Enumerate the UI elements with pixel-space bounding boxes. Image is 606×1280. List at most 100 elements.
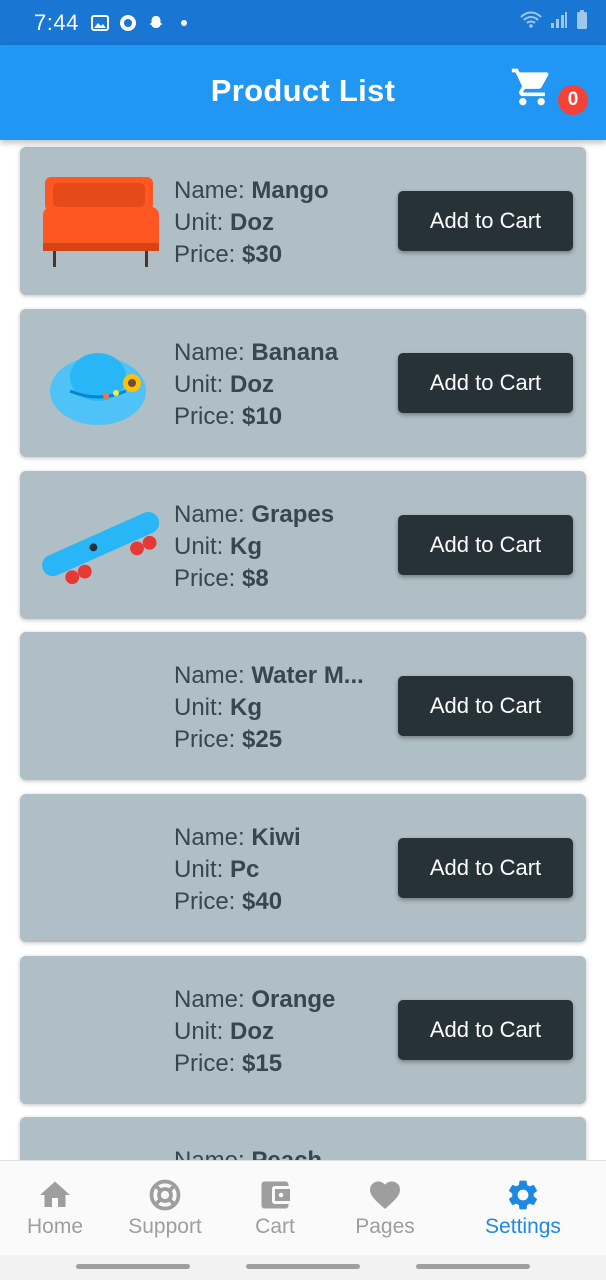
product-price-line: Price: $8 (174, 565, 269, 592)
system-recents-handle[interactable] (416, 1264, 530, 1269)
product-name: Mango (251, 177, 329, 204)
blue-hat-image (50, 353, 146, 425)
product-name: Banana (251, 339, 339, 366)
product-info: Name: Kiwi Unit: Pc Price: $40 (174, 822, 384, 918)
product-price-line: Price: $15 (174, 1050, 283, 1077)
product-name: Orange (251, 986, 336, 1013)
product-name-line: Name: Peach (174, 1145, 384, 1160)
support-icon (149, 1179, 181, 1211)
product-unit-line: Unit: Kg (174, 533, 263, 560)
orange-sofa-image (43, 177, 159, 267)
dot-icon (175, 14, 193, 32)
product-price: $8 (242, 565, 269, 592)
product-price-line: Price: $25 (174, 726, 283, 753)
product-info: Name: Orange Unit: Doz Price: $15 (174, 984, 384, 1080)
nav-item-support[interactable]: Support (110, 1177, 220, 1239)
product-image (34, 974, 168, 1086)
product-unit-line: Unit: Kg (174, 694, 263, 721)
product-name-line: Name: Banana (174, 339, 339, 366)
product-name-line: Name: Kiwi (174, 824, 301, 851)
product-info: Name: Peach (174, 1145, 384, 1160)
product-info: Name: Water M... Unit: Kg Price: $25 (174, 660, 384, 756)
product-image (34, 165, 168, 277)
nav-label: Cart (255, 1215, 295, 1238)
product-price-line: Price: $30 (174, 241, 283, 268)
product-image (34, 650, 168, 762)
add-to-cart-button[interactable]: Add to Cart (398, 838, 573, 898)
product-info: Name: Banana Unit: Doz Price: $10 (174, 337, 384, 433)
add-to-cart-button[interactable]: Add to Cart (398, 676, 573, 736)
nav-label: Settings (485, 1215, 561, 1238)
wifi-icon (520, 11, 542, 34)
bottom-nav: Home Support Cart Pages Settings (0, 1160, 606, 1255)
system-home-handle[interactable] (246, 1264, 360, 1269)
app-bar: Product List 0 (0, 45, 606, 140)
add-to-cart-button[interactable]: Add to Cart (398, 1000, 573, 1060)
product-price-line: Price: $10 (174, 403, 283, 430)
product-name: Kiwi (251, 824, 301, 851)
status-icons-right (520, 10, 588, 35)
nav-label: Support (128, 1215, 202, 1238)
snapchat-icon (147, 14, 165, 32)
status-time: 7:44 (34, 9, 79, 35)
product-price: $40 (242, 888, 283, 915)
product-info: Name: Grapes Unit: Kg Price: $8 (174, 499, 384, 595)
product-name-line: Name: Orange (174, 986, 336, 1013)
product-name: Grapes (251, 501, 335, 528)
badge-icon (119, 14, 137, 32)
product-unit: Doz (230, 371, 275, 398)
product-unit: Kg (230, 533, 263, 560)
skateboard-image (42, 512, 160, 585)
product-unit: Kg (230, 694, 263, 721)
product-unit: Pc (230, 856, 260, 883)
product-unit-line: Unit: Doz (174, 371, 275, 398)
nav-item-settings[interactable]: Settings (468, 1177, 578, 1239)
wallet-icon (261, 1181, 290, 1209)
gear-icon (508, 1180, 538, 1210)
cart-icon (511, 68, 549, 106)
image-icon (90, 14, 109, 32)
nav-label: Pages (355, 1215, 415, 1238)
system-back-handle[interactable] (76, 1264, 190, 1269)
product-unit: Doz (230, 209, 275, 236)
product-name-line: Name: Grapes (174, 501, 335, 528)
cart-button[interactable] (510, 65, 554, 109)
status-bar: 7:44 (0, 0, 606, 45)
add-to-cart-button[interactable]: Add to Cart (398, 191, 573, 251)
product-price: $25 (242, 726, 283, 753)
product-unit-line: Unit: Pc (174, 856, 260, 883)
product-card[interactable]: Name: Peach (20, 1117, 586, 1160)
home-icon (40, 1181, 70, 1207)
cart-count-badge: 0 (558, 85, 588, 115)
product-unit-line: Unit: Doz (174, 209, 275, 236)
product-card[interactable]: Name: Kiwi Unit: Pc Price: $40 Add to Ca… (20, 794, 586, 942)
product-image (34, 1135, 168, 1160)
product-unit-line: Unit: Doz (174, 1018, 275, 1045)
product-price: $15 (242, 1050, 283, 1077)
nav-item-pages[interactable]: Pages (330, 1177, 440, 1239)
add-to-cart-button[interactable]: Add to Cart (398, 515, 573, 575)
product-card[interactable]: Name: Grapes Unit: Kg Price: $8 Add to C… (20, 471, 586, 619)
add-to-cart-button[interactable]: Add to Cart (398, 353, 573, 413)
system-nav-bar (0, 1255, 606, 1280)
product-image (34, 812, 168, 924)
nav-label: Home (26, 1215, 84, 1238)
product-name: Peach (251, 1147, 322, 1160)
heart-icon (370, 1181, 400, 1210)
product-info: Name: Mango Unit: Doz Price: $30 (174, 175, 384, 271)
product-list[interactable]: Name: Mango Unit: Doz Price: $30 Add to … (0, 140, 606, 1160)
nav-item-home[interactable]: Home (0, 1177, 110, 1239)
product-card[interactable]: Name: Banana Unit: Doz Price: $10 Add to… (20, 309, 586, 457)
product-price: $10 (242, 403, 283, 430)
product-name: Water M... (251, 662, 364, 689)
battery-icon (576, 10, 588, 35)
product-card[interactable]: Name: Water M... Unit: Kg Price: $25 Add… (20, 632, 586, 780)
product-image (34, 489, 168, 601)
nav-item-cart[interactable]: Cart (220, 1177, 330, 1239)
product-price: $30 (242, 241, 283, 268)
product-name-line: Name: Water M... (174, 662, 364, 689)
product-card[interactable]: Name: Orange Unit: Doz Price: $15 Add to… (20, 956, 586, 1104)
product-card[interactable]: Name: Mango Unit: Doz Price: $30 Add to … (20, 147, 586, 295)
product-unit: Doz (230, 1018, 275, 1045)
status-icons-left (90, 14, 193, 32)
